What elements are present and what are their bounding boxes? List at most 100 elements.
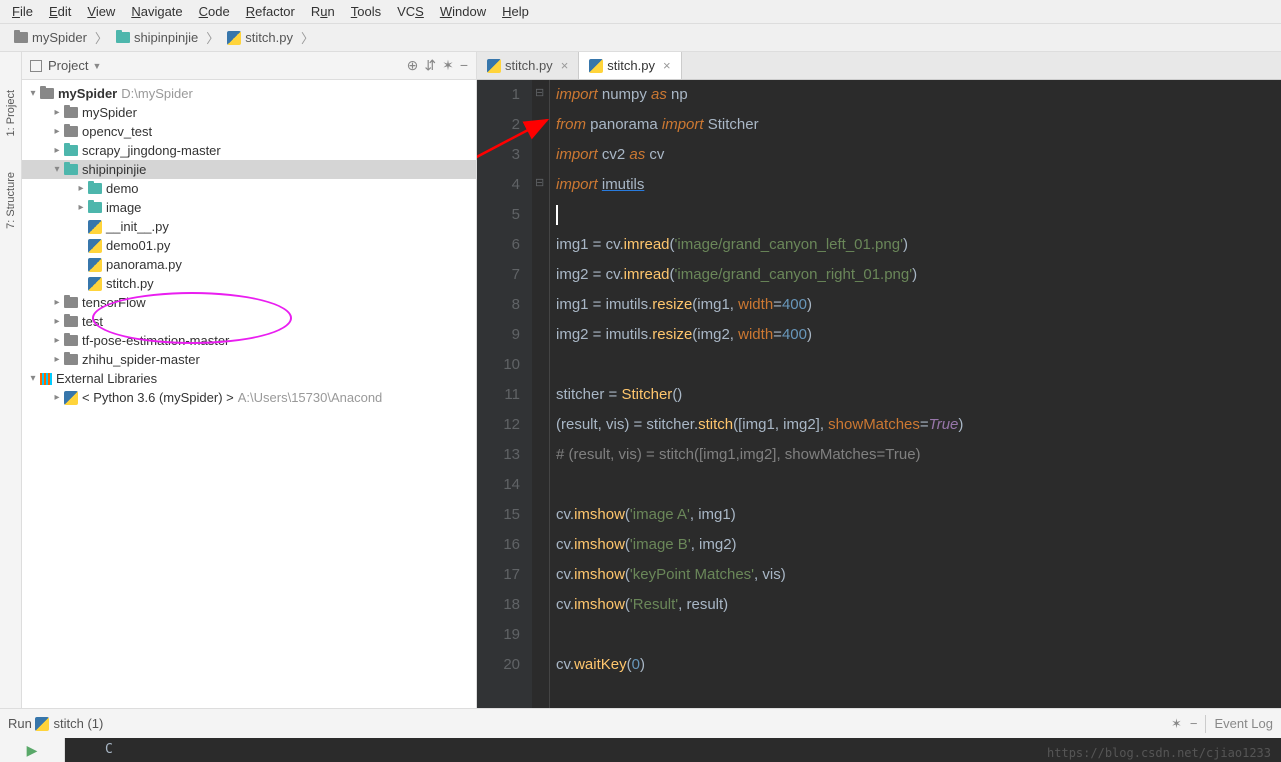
breadcrumb-folder[interactable]: shipinpinjie: [110, 28, 204, 47]
python-icon: [88, 220, 102, 234]
folder-icon: [64, 145, 78, 156]
menu-refactor[interactable]: Refactor: [238, 2, 303, 21]
tree-item[interactable]: ▸demo: [22, 179, 476, 198]
menu-vcs[interactable]: VCS: [389, 2, 432, 21]
target-icon[interactable]: ⊕: [407, 57, 419, 74]
project-icon: [30, 60, 42, 72]
tree-root[interactable]: ▾ mySpider D:\mySpider: [22, 84, 476, 103]
folder-icon: [64, 316, 78, 327]
menu-tools[interactable]: Tools: [343, 2, 389, 21]
panel-title[interactable]: Project▼: [48, 58, 101, 73]
menu-run[interactable]: Run: [303, 2, 343, 21]
code-line[interactable]: img2 = cv.imread('image/grand_canyon_rig…: [556, 260, 1281, 290]
code-line[interactable]: (result, vis) = stitcher.stitch([img1, i…: [556, 410, 1281, 440]
toolwindow-structure-tab[interactable]: 7: Structure: [3, 164, 19, 237]
code-line[interactable]: img1 = cv.imread('image/grand_canyon_lef…: [556, 230, 1281, 260]
python-icon: [88, 258, 102, 272]
tree-item[interactable]: ▸opencv_test: [22, 122, 476, 141]
tree-arrow[interactable]: ▸: [50, 107, 64, 118]
code-editor[interactable]: 1234567891011121314151617181920 ⊟ ⊟ impo…: [477, 80, 1281, 708]
project-panel: Project▼ ⊕ ⇵ ✶ − ▾ mySpider D:\mySpider …: [22, 52, 477, 708]
folder-icon: [64, 297, 78, 308]
code-line[interactable]: [556, 470, 1281, 500]
run-tab[interactable]: Run stitch (1): [8, 716, 103, 731]
menu-file[interactable]: File: [4, 2, 41, 21]
tree-item[interactable]: ▸tf-pose-estimation-master: [22, 331, 476, 350]
tree-arrow[interactable]: ▾: [50, 164, 64, 175]
gear-icon[interactable]: ✶: [1171, 716, 1182, 732]
tree-arrow[interactable]: ▸: [50, 297, 64, 308]
code-line[interactable]: img1 = imutils.resize(img1, width=400): [556, 290, 1281, 320]
folder-icon: [64, 335, 78, 346]
close-icon[interactable]: ×: [561, 58, 569, 73]
breadcrumb-file[interactable]: stitch.py: [221, 28, 299, 47]
code-line[interactable]: [556, 350, 1281, 380]
tree-item[interactable]: ▸zhihu_spider-master: [22, 350, 476, 369]
tree-item[interactable]: ▸image: [22, 198, 476, 217]
project-tree[interactable]: ▾ mySpider D:\mySpider ▸mySpider▸opencv_…: [22, 80, 476, 708]
menu-window[interactable]: Window: [432, 2, 494, 21]
tree-python-env[interactable]: ▸ < Python 3.6 (mySpider) > A:\Users\157…: [22, 388, 476, 407]
hide-icon[interactable]: −: [460, 57, 468, 74]
tree-item[interactable]: __init__.py: [22, 217, 476, 236]
tree-arrow[interactable]: ▸: [50, 145, 64, 156]
hide-icon[interactable]: −: [1190, 716, 1198, 731]
code-line[interactable]: import cv2 as cv: [556, 140, 1281, 170]
run-toolwindow-header: Run stitch (1) ✶ − Event Log: [0, 708, 1281, 738]
toolwindow-project-tab[interactable]: 1: Project: [3, 82, 19, 144]
code-content[interactable]: import numpy as npfrom panorama import S…: [550, 80, 1281, 708]
menu-view[interactable]: View: [79, 2, 123, 21]
code-line[interactable]: import numpy as np: [556, 80, 1281, 110]
event-log-tab[interactable]: Event Log: [1214, 716, 1273, 731]
code-line[interactable]: img2 = imutils.resize(img2, width=400): [556, 320, 1281, 350]
code-line[interactable]: from panorama import Stitcher: [556, 110, 1281, 140]
collapse-icon[interactable]: ⇵: [424, 57, 436, 74]
editor-tab[interactable]: stitch.py×: [477, 52, 579, 79]
menu-help[interactable]: Help: [494, 2, 537, 21]
tree-arrow[interactable]: ▸: [50, 316, 64, 327]
folder-icon: [88, 202, 102, 213]
tree-item[interactable]: ▸mySpider: [22, 103, 476, 122]
fold-column[interactable]: ⊟ ⊟: [532, 80, 550, 708]
editor-tab[interactable]: stitch.py×: [579, 52, 681, 79]
tree-arrow[interactable]: ▸: [50, 354, 64, 365]
tree-external[interactable]: ▾ External Libraries: [22, 369, 476, 388]
main-menu: FileEditViewNavigateCodeRefactorRunTools…: [0, 0, 1281, 24]
code-line[interactable]: [556, 620, 1281, 650]
code-line[interactable]: cv.imshow('Result', result): [556, 590, 1281, 620]
tree-arrow[interactable]: ▸: [74, 202, 88, 213]
python-icon: [589, 59, 603, 73]
tree-item[interactable]: stitch.py: [22, 274, 476, 293]
editor-tabs: stitch.py×stitch.py×: [477, 52, 1281, 80]
tree-item[interactable]: ▸tensorFlow: [22, 293, 476, 312]
gear-icon[interactable]: ✶: [442, 57, 454, 74]
tree-item[interactable]: ▸scrapy_jingdong-master: [22, 141, 476, 160]
code-line[interactable]: cv.imshow('image A', img1): [556, 500, 1281, 530]
chevron-icon: 〉: [301, 28, 314, 47]
code-line[interactable]: import imutils: [556, 170, 1281, 200]
tree-item[interactable]: ▸test: [22, 312, 476, 331]
tree-item[interactable]: demo01.py: [22, 236, 476, 255]
folder-icon: [64, 354, 78, 365]
code-line[interactable]: # (result, vis) = stitch([img1,img2], sh…: [556, 440, 1281, 470]
menu-code[interactable]: Code: [191, 2, 238, 21]
code-line[interactable]: cv.imshow('image B', img2): [556, 530, 1281, 560]
tree-arrow[interactable]: ▸: [50, 126, 64, 137]
rerun-button[interactable]: ▶: [0, 738, 65, 762]
menu-navigate[interactable]: Navigate: [123, 2, 190, 21]
line-gutter[interactable]: 1234567891011121314151617181920: [477, 80, 532, 708]
code-line[interactable]: cv.imshow('keyPoint Matches', vis): [556, 560, 1281, 590]
close-icon[interactable]: ×: [663, 58, 671, 73]
tree-arrow[interactable]: ▸: [50, 335, 64, 346]
python-icon: [88, 239, 102, 253]
tree-item[interactable]: ▾shipinpinjie: [22, 160, 476, 179]
main-area: 1: Project 7: Structure Project▼ ⊕ ⇵ ✶ −…: [0, 52, 1281, 708]
tree-item[interactable]: panorama.py: [22, 255, 476, 274]
tree-arrow[interactable]: ▸: [74, 183, 88, 194]
breadcrumb-root[interactable]: mySpider: [8, 28, 93, 47]
folder-icon: [64, 126, 78, 137]
code-line[interactable]: cv.waitKey(0): [556, 650, 1281, 680]
menu-edit[interactable]: Edit: [41, 2, 79, 21]
code-line[interactable]: [556, 200, 1281, 230]
code-line[interactable]: stitcher = Stitcher(): [556, 380, 1281, 410]
